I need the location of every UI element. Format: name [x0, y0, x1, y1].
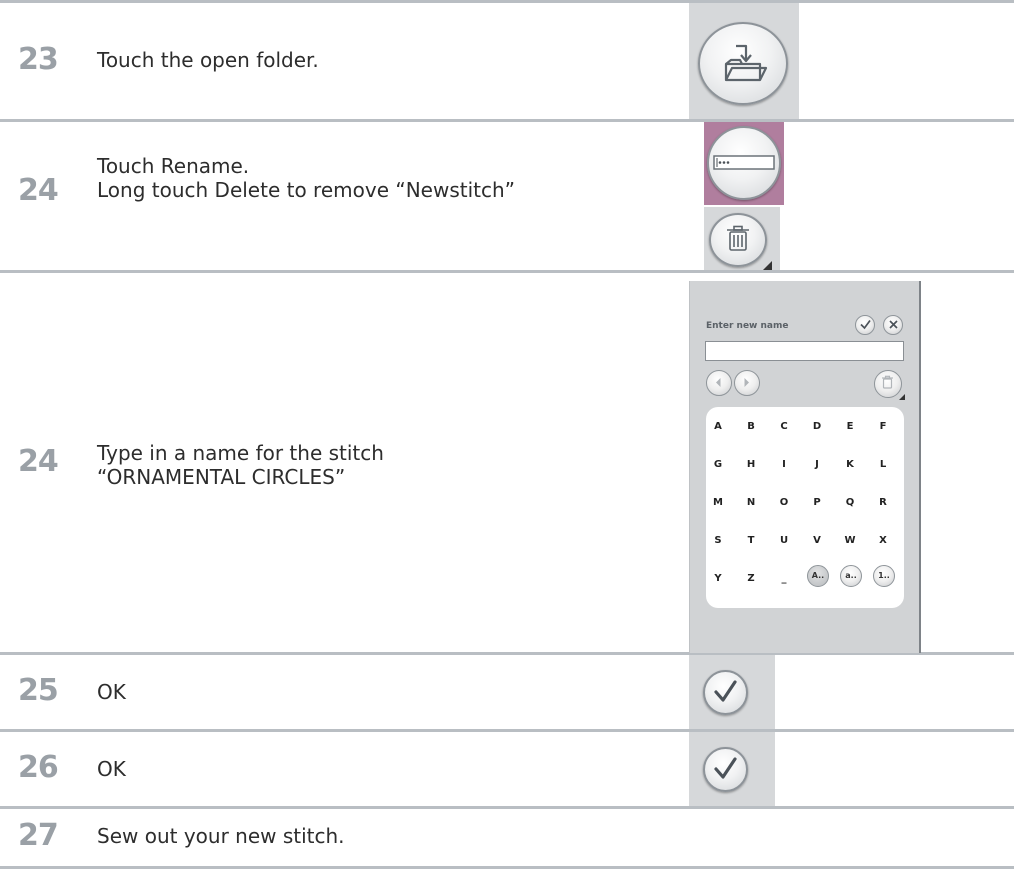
rename-button[interactable] — [707, 126, 781, 200]
key[interactable]: P — [805, 497, 829, 508]
key[interactable]: C — [772, 421, 796, 432]
key[interactable]: V — [805, 535, 829, 546]
ok-button[interactable] — [703, 747, 748, 792]
name-input[interactable] — [705, 341, 904, 361]
cursor-right-button[interactable] — [734, 370, 760, 396]
delete-button-thumb — [704, 207, 780, 270]
key[interactable]: W — [838, 535, 862, 546]
step-text: Touch Rename. — [97, 154, 250, 178]
trash-icon — [882, 375, 893, 389]
cursor-left-button[interactable] — [706, 370, 732, 396]
arrow-right-icon — [744, 378, 749, 387]
key[interactable]: T — [739, 535, 763, 546]
key[interactable]: Y — [706, 573, 730, 584]
rename-icon — [713, 155, 775, 170]
step-text: Long touch Delete to remove “Newstitch” — [97, 178, 516, 202]
key[interactable]: A — [706, 421, 730, 432]
key[interactable]: G — [706, 459, 730, 470]
open-folder-button-thumb — [689, 3, 799, 119]
delete-button[interactable] — [709, 213, 772, 270]
trash-icon — [727, 225, 749, 251]
key[interactable]: M — [706, 497, 730, 508]
key[interactable]: U — [772, 535, 796, 546]
key[interactable]: J — [805, 459, 829, 470]
divider — [0, 866, 1014, 869]
long-touch-corner-icon — [763, 261, 772, 270]
divider — [0, 729, 1014, 732]
open-folder-button[interactable] — [698, 22, 788, 105]
name-label: Enter new name — [706, 321, 789, 331]
divider — [0, 0, 1014, 3]
key[interactable]: K — [838, 459, 862, 470]
step-text: Touch the open folder. — [97, 48, 319, 72]
open-folder-icon — [724, 44, 768, 82]
step-text: Type in a name for the stitch — [97, 441, 384, 465]
ok-button-thumb — [689, 655, 775, 729]
numbers-mode-button[interactable]: 1.. — [873, 565, 895, 587]
divider — [0, 806, 1014, 809]
checkmark-icon — [714, 757, 737, 779]
delete-char-button[interactable] — [874, 370, 905, 400]
key[interactable]: Z — [739, 573, 763, 584]
divider — [0, 119, 1014, 122]
key[interactable]: O — [772, 497, 796, 508]
step-number: 27 — [18, 818, 59, 853]
long-touch-corner-icon — [899, 394, 905, 400]
rename-panel: Enter new name A B C D E F G H I J K L M… — [689, 281, 921, 653]
key[interactable]: R — [871, 497, 895, 508]
key[interactable]: D — [805, 421, 829, 432]
step-text: Sew out your new stitch. — [97, 824, 345, 848]
step-number: 26 — [18, 750, 59, 785]
ok-button-thumb — [689, 732, 775, 806]
key[interactable]: E — [838, 421, 862, 432]
lowercase-mode-button[interactable]: a.. — [840, 565, 862, 587]
step-number: 23 — [18, 42, 59, 77]
uppercase-mode-button[interactable]: A.. — [807, 565, 829, 587]
keyboard: A B C D E F G H I J K L M N O P Q R S T … — [706, 407, 904, 608]
ok-button[interactable] — [703, 670, 748, 715]
key[interactable]: F — [871, 421, 895, 432]
step-text: “ORNAMENTAL CIRCLES” — [97, 465, 346, 489]
step-number: 24 — [18, 444, 59, 479]
checkmark-icon — [714, 680, 737, 702]
step-text: OK — [97, 757, 126, 781]
step-number: 24 — [18, 173, 59, 208]
cancel-small-button[interactable] — [883, 315, 903, 335]
divider — [0, 270, 1014, 273]
key[interactable]: I — [772, 459, 796, 470]
rename-button-thumb — [704, 122, 784, 205]
key[interactable]: Q — [838, 497, 862, 508]
step-text: OK — [97, 680, 126, 704]
key[interactable]: L — [871, 459, 895, 470]
key[interactable]: X — [871, 535, 895, 546]
key[interactable]: B — [739, 421, 763, 432]
ok-small-button[interactable] — [855, 315, 875, 335]
key[interactable]: _ — [772, 573, 796, 584]
close-icon — [888, 320, 898, 329]
step-number: 25 — [18, 673, 59, 708]
checkmark-icon — [859, 319, 871, 330]
key[interactable]: H — [739, 459, 763, 470]
arrow-left-icon — [716, 378, 721, 387]
key[interactable]: N — [739, 497, 763, 508]
key[interactable]: S — [706, 535, 730, 546]
